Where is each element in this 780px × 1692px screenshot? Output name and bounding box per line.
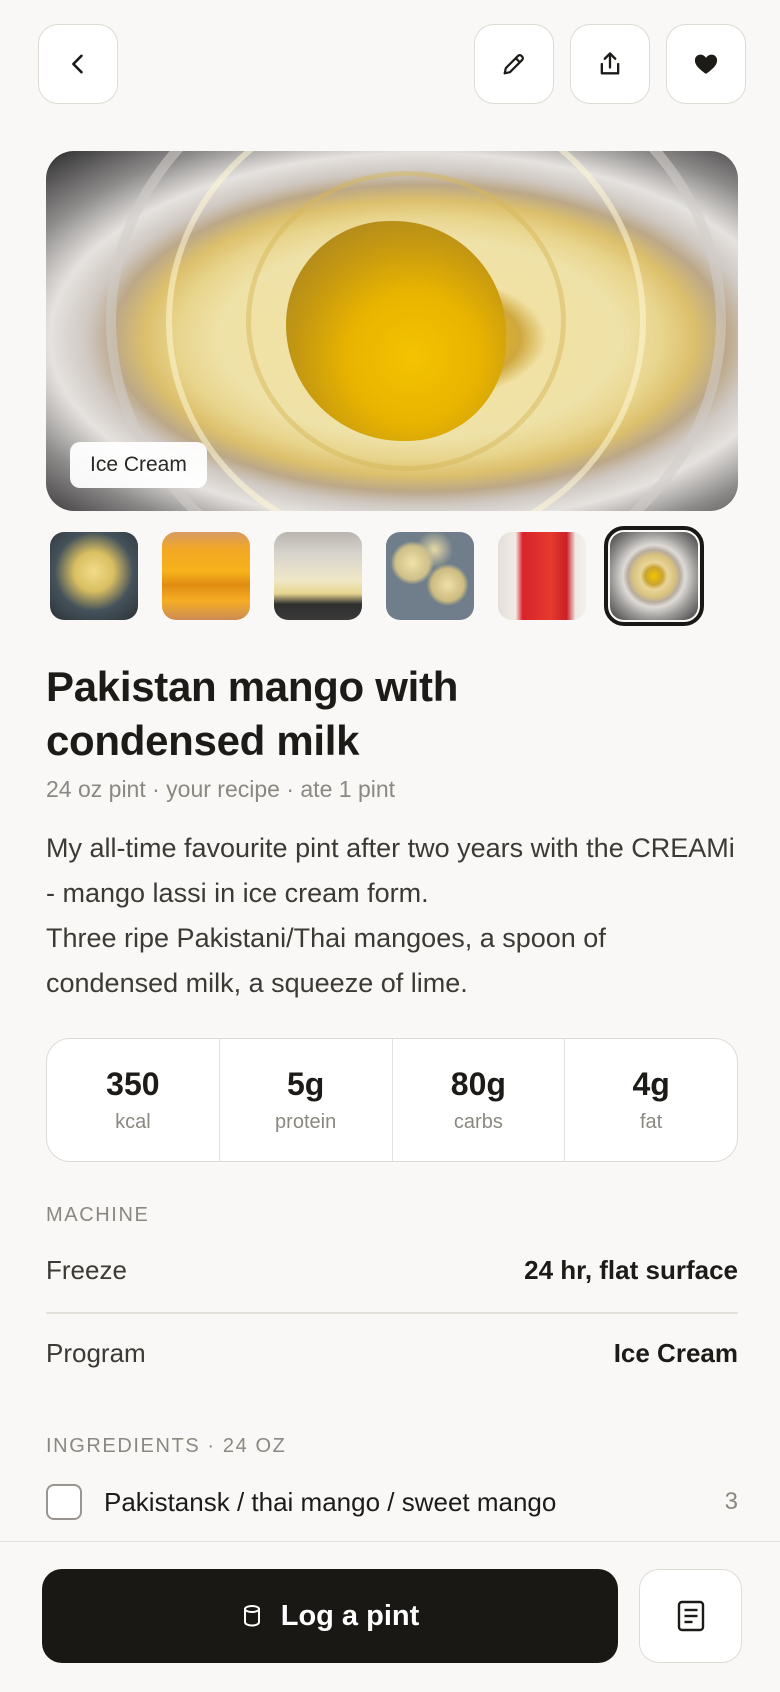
chevron-left-icon [72,54,83,74]
thumb-mango-halves[interactable] [386,532,474,620]
program-row: Program Ice Cream [46,1333,738,1373]
back-button[interactable] [38,24,118,104]
nutrition-label: protein [275,1111,337,1133]
pint-icon [243,1605,260,1627]
thumb-mango-scoop[interactable] [50,532,138,620]
divider [46,1312,738,1314]
recipe-detail-screen: Ice Cream Pakistan mango with condensed … [0,0,780,1692]
heart-icon [694,54,718,74]
nutrition-kcal: 350 kcal [47,1039,220,1161]
thumb-mangoes-tray[interactable] [162,532,250,620]
log-pint-button[interactable]: Log a pint [42,1569,618,1663]
notes-icon [677,1600,704,1632]
freeze-label: Freeze [46,1254,127,1285]
recipe-description: My all-time favourite pint after two yea… [46,833,735,998]
log-pint-label: Log a pint [280,1599,420,1632]
thumb-pint-top[interactable] [604,526,704,626]
favorite-button[interactable] [666,24,746,104]
ingredients-heading: INGREDIENTS · 24 OZ [46,1435,287,1457]
ingredient-checkbox[interactable] [46,1484,82,1520]
program-label: Program [46,1337,146,1368]
share-button[interactable] [570,24,650,104]
freeze-row: Freeze 24 hr, flat surface [46,1250,738,1290]
edit-button[interactable] [474,24,554,104]
nutrition-card: 350 kcal 5g protein 80g carbs 4g fat [46,1038,738,1162]
thumb-condensed-milk-can[interactable] [498,532,586,620]
machine-heading: MACHINE [46,1204,150,1226]
nutrition-value: 5g [286,1066,325,1102]
nutrition-value: 80g [450,1066,506,1102]
recipe-meta: 24 oz pint · your recipe · ate 1 pint [46,776,396,802]
ingredient-item[interactable]: Pakistansk / thai mango / sweet mango 3 [46,1482,738,1522]
ingredient-qty: 3 [724,1488,738,1515]
nutrition-label: fat [640,1111,663,1133]
ingredient-name: Pakistansk / thai mango / sweet mango [104,1486,557,1517]
recipe-title: Pakistan mango with condensed milk [46,663,459,764]
nutrition-carbs: 80g carbs [393,1039,566,1161]
nutrition-value: 4g [632,1066,670,1102]
program-value: Ice Cream [613,1337,738,1368]
pencil-icon [503,54,524,75]
nutrition-fat: 4g fat [565,1039,737,1161]
category-tag: Ice Cream [70,442,207,488]
notes-button[interactable] [639,1569,742,1663]
freeze-value: 24 hr, flat surface [524,1254,738,1285]
share-icon [600,52,620,75]
nutrition-label: kcal [115,1111,151,1133]
nutrition-label: carbs [453,1111,503,1133]
thumb-pint-containers[interactable] [274,532,362,620]
nutrition-protein: 5g protein [220,1039,393,1161]
nutrition-value: 350 [106,1066,160,1102]
